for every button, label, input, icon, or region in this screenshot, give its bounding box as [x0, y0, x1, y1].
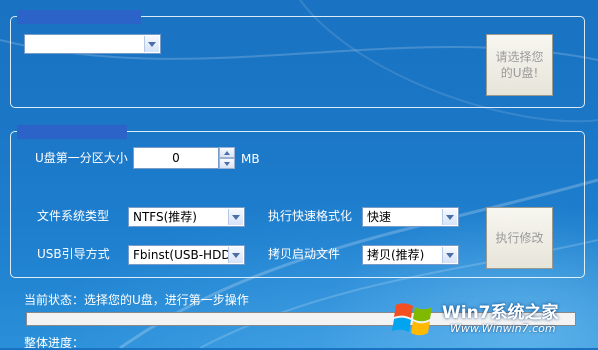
drive-select-combo[interactable]	[24, 34, 161, 54]
quick-format-value: 快速	[367, 210, 392, 224]
watermark-logo: Win7系统之家 Www.Winwin7.com	[390, 294, 590, 344]
partition-size-input[interactable]: 0	[133, 147, 219, 169]
select-drive-prompt-button[interactable]: 请选择您的U盘!	[486, 34, 553, 96]
watermark-title: Win7系统之家	[442, 303, 559, 323]
chevron-down-icon[interactable]	[228, 247, 243, 263]
chevron-down-icon[interactable]	[228, 209, 243, 225]
usb-boot-combo[interactable]: Fbinst(USB-HDD)	[128, 245, 245, 265]
file-system-label: 文件系统类型	[37, 209, 110, 223]
stepper-up-icon[interactable]	[219, 147, 235, 158]
drive-select-group-title	[17, 10, 141, 24]
usb-boot-label: USB引导方式	[37, 247, 110, 261]
execute-modify-label: 执行修改	[495, 231, 544, 245]
file-system-value: NTFS(推荐)	[133, 210, 197, 224]
partition-size-unit: MB	[241, 152, 260, 166]
stepper-down-icon[interactable]	[219, 158, 235, 169]
copy-boot-files-label: 拷贝启动文件	[268, 247, 341, 261]
quick-format-label: 执行快速格式化	[268, 209, 353, 223]
select-drive-prompt-label: 请选择您的U盘!	[495, 50, 544, 80]
quick-format-combo[interactable]: 快速	[362, 207, 459, 227]
chevron-down-icon[interactable]	[144, 36, 159, 52]
chevron-down-icon[interactable]	[442, 247, 457, 263]
copy-boot-files-value: 拷贝(推荐)	[367, 248, 425, 262]
watermark-url: Www.Winwin7.com	[450, 322, 556, 335]
current-status-text: 当前状态：选择您的U盘，进行第一步操作	[24, 293, 249, 307]
settings-group-title	[17, 125, 127, 139]
file-system-combo[interactable]: NTFS(推荐)	[128, 207, 245, 227]
execute-modify-button[interactable]: 执行修改	[486, 207, 553, 269]
partition-size-value: 0	[172, 151, 180, 165]
partition-size-stepper[interactable]	[219, 147, 235, 169]
chevron-down-icon[interactable]	[442, 209, 457, 225]
windows-flag-icon	[392, 303, 432, 336]
usb-boot-value: Fbinst(USB-HDD)	[133, 248, 236, 262]
copy-boot-files-combo[interactable]: 拷贝(推荐)	[362, 245, 459, 265]
partition-size-label: U盘第一分区大小	[35, 151, 128, 165]
